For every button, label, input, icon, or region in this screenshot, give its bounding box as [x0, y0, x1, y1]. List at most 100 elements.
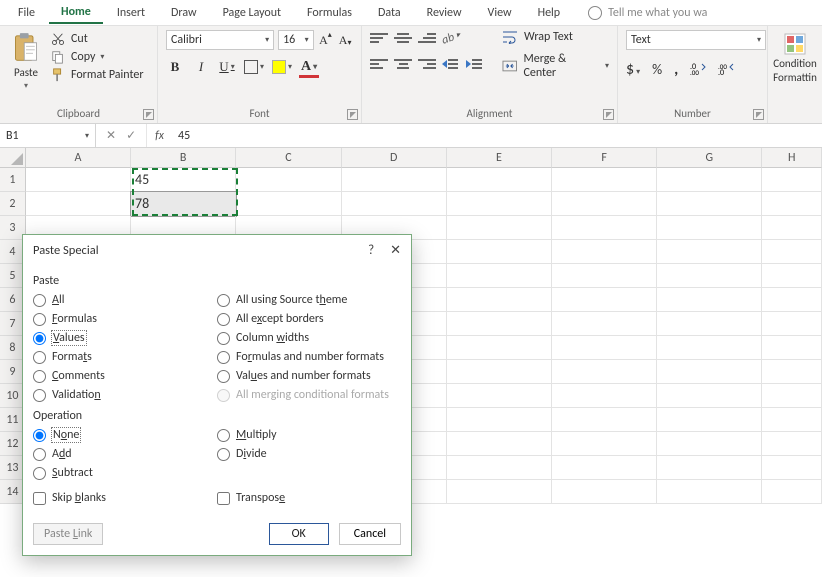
cell[interactable]	[762, 480, 822, 504]
cell[interactable]	[447, 312, 552, 336]
underline-button[interactable]: U▾	[218, 58, 236, 76]
radio-formulas[interactable]: Formulas	[33, 311, 217, 327]
wrap-text-button[interactable]: Wrap Text	[502, 30, 609, 44]
cell[interactable]	[552, 312, 657, 336]
align-bottom-button[interactable]	[418, 30, 436, 46]
cell[interactable]	[657, 408, 762, 432]
paste-dropdown-icon[interactable]: ▾	[24, 81, 28, 91]
font-size-select[interactable]: 16▾	[278, 30, 314, 50]
radio-column-widths[interactable]: Column widths	[217, 330, 401, 346]
dialog-launcher-clipboard[interactable]	[143, 109, 154, 120]
dialog-launcher-alignment[interactable]	[603, 109, 614, 120]
cell[interactable]	[552, 480, 657, 504]
menu-formulas[interactable]: Formulas	[295, 3, 364, 23]
italic-button[interactable]: I	[192, 58, 210, 76]
col-header[interactable]: D	[342, 148, 447, 168]
tell-me-search[interactable]: Tell me what you wa	[588, 6, 707, 20]
radio-none[interactable]: None	[33, 427, 217, 443]
cell[interactable]	[552, 240, 657, 264]
decrease-font-button[interactable]: A▾	[337, 32, 353, 48]
cell[interactable]	[342, 192, 447, 216]
col-header[interactable]: H	[762, 148, 822, 168]
percent-format-button[interactable]: %	[652, 61, 662, 78]
align-center-button[interactable]	[394, 56, 412, 72]
cell[interactable]	[236, 192, 341, 216]
menu-data[interactable]: Data	[366, 3, 413, 23]
align-top-button[interactable]	[370, 30, 388, 46]
copy-dropdown-icon[interactable]: ▾	[100, 52, 104, 62]
cell[interactable]	[447, 168, 552, 192]
cell[interactable]	[657, 216, 762, 240]
col-header[interactable]: A	[26, 148, 131, 168]
font-name-select[interactable]: Calibri▾	[166, 30, 274, 50]
cell[interactable]	[657, 192, 762, 216]
bold-button[interactable]: B	[166, 58, 184, 76]
comma-format-button[interactable]: ,	[674, 60, 678, 79]
cell[interactable]	[657, 240, 762, 264]
menu-draw[interactable]: Draw	[159, 3, 209, 23]
radio-multiply[interactable]: Multiply	[217, 427, 401, 443]
radio-divide[interactable]: Divide	[217, 446, 401, 462]
align-middle-button[interactable]	[394, 30, 412, 46]
select-all-corner[interactable]	[0, 148, 26, 168]
merge-center-button[interactable]: Merge & Center ▾	[502, 52, 609, 80]
cell[interactable]	[447, 408, 552, 432]
cell[interactable]	[657, 360, 762, 384]
cell[interactable]	[762, 360, 822, 384]
cancel-button[interactable]: Cancel	[339, 523, 401, 545]
radio-add[interactable]: Add	[33, 446, 217, 462]
dialog-launcher-number[interactable]	[753, 109, 764, 120]
cell[interactable]	[552, 336, 657, 360]
help-button[interactable]: ?	[368, 243, 374, 258]
cut-button[interactable]: Cut	[50, 32, 144, 46]
menu-view[interactable]: View	[476, 3, 524, 23]
cell[interactable]	[447, 240, 552, 264]
radio-comments[interactable]: Comments	[33, 368, 217, 384]
cell[interactable]	[552, 288, 657, 312]
fx-icon[interactable]: fx	[147, 129, 172, 143]
cell[interactable]: 78	[131, 192, 236, 216]
menu-help[interactable]: Help	[526, 3, 573, 23]
col-header[interactable]: C	[236, 148, 341, 168]
cell[interactable]	[26, 168, 131, 192]
radio-formats[interactable]: Formats	[33, 349, 217, 365]
cell[interactable]	[552, 192, 657, 216]
cell[interactable]	[657, 384, 762, 408]
menu-page-layout[interactable]: Page Layout	[211, 3, 293, 23]
radio-formulas-and-number-formats[interactable]: Formulas and number formats	[217, 349, 401, 365]
paste-link-button[interactable]: Paste Link	[33, 523, 103, 545]
decrease-indent-button[interactable]	[442, 56, 460, 72]
cell[interactable]	[762, 312, 822, 336]
cell[interactable]	[447, 384, 552, 408]
cell[interactable]	[552, 408, 657, 432]
increase-decimal-button[interactable]: .0.00	[690, 61, 706, 78]
menu-home[interactable]: Home	[49, 2, 103, 24]
cell[interactable]	[762, 432, 822, 456]
radio-subtract[interactable]: Subtract	[33, 465, 217, 481]
cell[interactable]	[447, 264, 552, 288]
cell[interactable]	[447, 432, 552, 456]
menu-review[interactable]: Review	[415, 3, 474, 23]
borders-button[interactable]: ▾	[244, 58, 264, 76]
radio-validation[interactable]: Validation	[33, 387, 217, 403]
cell[interactable]	[552, 264, 657, 288]
align-right-button[interactable]	[418, 56, 436, 72]
dialog-launcher-font[interactable]	[347, 109, 358, 120]
ok-button[interactable]: OK	[269, 523, 329, 545]
accounting-format-button[interactable]: $▾	[626, 60, 640, 79]
decrease-decimal-button[interactable]: .00.0	[718, 61, 734, 78]
col-header[interactable]: B	[131, 148, 236, 168]
cell[interactable]	[762, 264, 822, 288]
row-header[interactable]: 1	[0, 168, 26, 192]
cancel-formula-icon[interactable]: ✕	[106, 128, 116, 143]
cell[interactable]	[26, 192, 131, 216]
close-button[interactable]: ✕	[390, 243, 401, 258]
enter-formula-icon[interactable]: ✓	[126, 128, 136, 143]
cell[interactable]	[657, 336, 762, 360]
cell[interactable]	[342, 168, 447, 192]
cell[interactable]	[552, 384, 657, 408]
cell[interactable]	[447, 216, 552, 240]
skip-blanks-checkbox[interactable]: Skip blanks	[33, 491, 217, 505]
cell[interactable]	[447, 192, 552, 216]
cell[interactable]	[447, 360, 552, 384]
